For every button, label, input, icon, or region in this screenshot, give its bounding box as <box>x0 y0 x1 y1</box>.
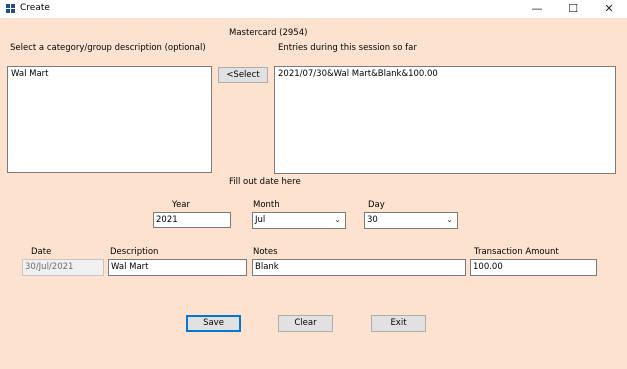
save-button[interactable]: Save <box>186 315 241 332</box>
notes-label: Notes <box>253 247 278 257</box>
exit-button[interactable]: Exit <box>371 315 426 332</box>
entries-list-item[interactable]: 2021/07/30&Wal Mart&Blank&100.00 <box>278 69 612 79</box>
select-button[interactable]: <Select <box>218 67 268 83</box>
day-select[interactable]: 30 ⌄ <box>364 212 458 229</box>
date-field: 30/Jul/2021 <box>22 259 104 276</box>
amount-label: Transaction Amount <box>474 247 559 257</box>
window-title: Create <box>20 3 50 13</box>
chevron-down-icon: ⌄ <box>334 215 341 224</box>
date-label: Date <box>31 247 52 257</box>
category-list-item[interactable]: Wal Mart <box>11 69 208 79</box>
chevron-down-icon: ⌄ <box>446 215 453 224</box>
app-icon <box>6 4 15 13</box>
description-field[interactable]: Wal Mart <box>108 259 247 276</box>
entries-listbox[interactable]: 2021/07/30&Wal Mart&Blank&100.00 <box>274 66 616 174</box>
maximize-icon[interactable]: ☐ <box>555 0 591 18</box>
month-select[interactable]: Jul ⌄ <box>252 212 346 229</box>
close-icon[interactable]: ✕ <box>591 0 627 18</box>
month-select-value: Jul <box>255 215 266 225</box>
year-input[interactable]: 2021 <box>153 212 231 228</box>
category-label: Select a category/group description (opt… <box>10 43 206 53</box>
title-bar: Create — ☐ ✕ <box>0 0 627 18</box>
month-label: Month <box>253 200 280 210</box>
amount-field[interactable]: 100.00 <box>470 259 597 276</box>
category-listbox[interactable]: Wal Mart <box>7 66 212 173</box>
account-label: Mastercard (2954) <box>229 28 308 38</box>
notes-field[interactable]: Blank <box>252 259 466 276</box>
description-label: Description <box>110 247 159 257</box>
form-client-area: Mastercard (2954) Select a category/grou… <box>0 18 627 369</box>
entries-label: Entries during this session so far <box>278 43 417 53</box>
day-label: Day <box>368 200 385 210</box>
clear-button[interactable]: Clear <box>278 315 333 332</box>
day-select-value: 30 <box>367 215 378 225</box>
minimize-icon[interactable]: — <box>519 0 555 18</box>
year-label: Year <box>172 200 190 210</box>
date-prompt-label: Fill out date here <box>229 177 301 187</box>
